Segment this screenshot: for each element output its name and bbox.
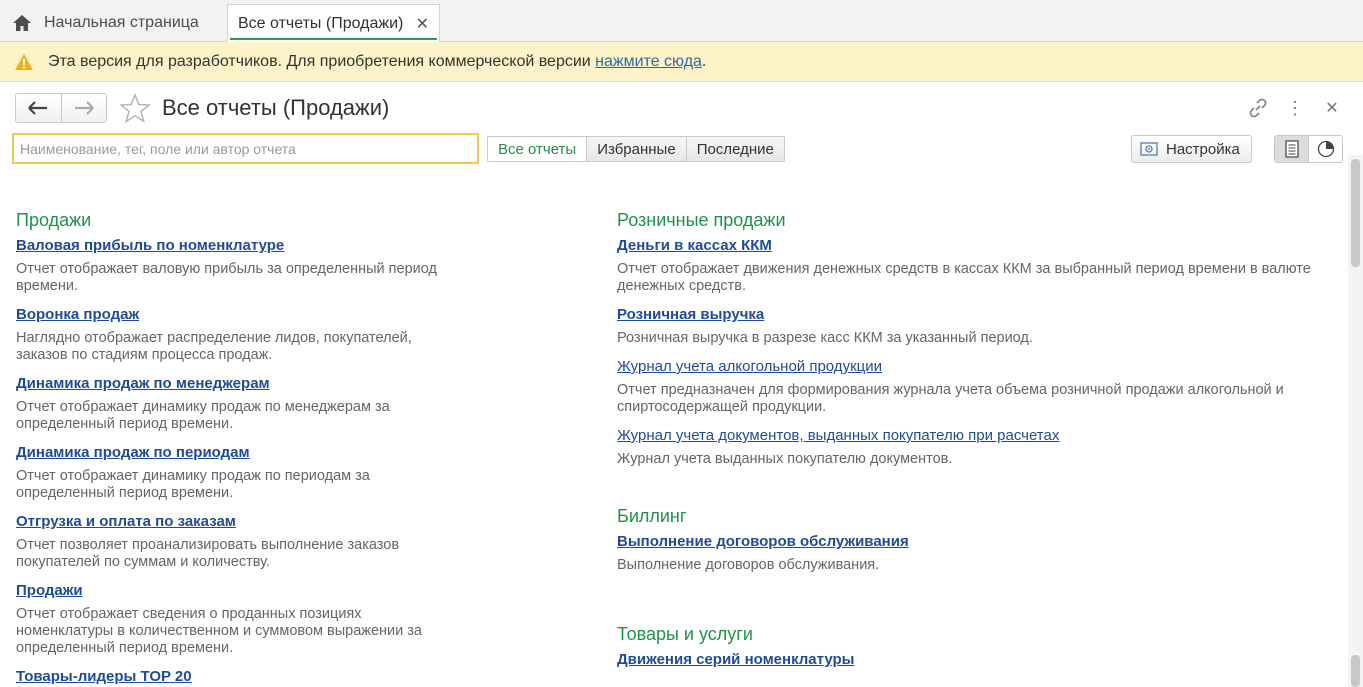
report-description: Розничная выручка в разрезе касс ККМ за …: [617, 330, 1033, 346]
warning-icon: [15, 53, 33, 70]
banner-text: Эта версия для разработчиков. Для приобр…: [48, 52, 591, 70]
favorite-star-icon[interactable]: [119, 93, 151, 123]
scrollbar-thumb-lower[interactable]: [1351, 655, 1360, 687]
tab-home-label: Начальная страница: [44, 14, 199, 31]
chart-view-button[interactable]: [1309, 136, 1342, 162]
section-title: Продажи: [16, 210, 92, 230]
report-link[interactable]: Воронка продаж: [16, 306, 456, 323]
report-description: Выполнение договоров обслуживания.: [617, 557, 880, 573]
reports-panel: Продажи Валовая прибыль по номенклатуре От…: [0, 170, 1348, 687]
report-description: Журнал учета выданных покупателю докумен…: [617, 451, 953, 467]
report-section: Продажи Валовая прибыль по номенклатуре От…: [16, 210, 456, 685]
section-title: Розничные продажи: [617, 210, 786, 230]
vertical-scrollbar[interactable]: [1348, 155, 1363, 687]
report-description: Отчет отображает динамику продаж по пери…: [16, 468, 370, 501]
report-link[interactable]: Журнал учета алкогольной продукции: [617, 358, 1317, 375]
navigation-buttons: [15, 93, 107, 123]
report-section: Биллинг Выполнение договоров обслуживания…: [617, 506, 1317, 574]
settings-button[interactable]: Настройка: [1131, 135, 1252, 163]
arrow-left-icon: [28, 101, 48, 115]
close-form-icon[interactable]: ✕: [1320, 96, 1344, 120]
report-description: Отчет отображает динамику продаж по мене…: [16, 399, 390, 432]
report-search-input[interactable]: [12, 133, 479, 164]
report-description: Отчет предназначен для формирования журн…: [617, 382, 1284, 415]
report-description: Отчет отображает движения денежных средс…: [617, 261, 1311, 294]
report-link[interactable]: Отгрузка и оплата по заказам: [16, 513, 456, 530]
report-section: Розничные продажи Деньги в кассах ККМ Отче…: [617, 210, 1317, 468]
forward-button[interactable]: [60, 94, 107, 122]
page-title: Все отчеты (Продажи): [162, 95, 390, 120]
back-button[interactable]: [16, 94, 61, 122]
report-section: Товары и услуги Движения серий номенклату…: [617, 624, 1317, 668]
tab-active-label: Все отчеты (Продажи): [238, 14, 404, 32]
banner-purchase-link[interactable]: нажмите сюда: [595, 53, 702, 71]
report-link[interactable]: Деньги в кассах ККМ: [617, 237, 1317, 254]
tab-active-indicator: [230, 38, 437, 40]
report-link[interactable]: Динамика продаж по менеджерам: [16, 375, 456, 392]
more-menu-icon[interactable]: ⋮: [1283, 96, 1307, 120]
report-link[interactable]: Розничная выручка: [617, 306, 1317, 323]
developer-version-banner: Эта версия для разработчиков. Для приобр…: [0, 42, 1363, 82]
tab-strip: Начальная страница Все отчеты (Продажи) …: [0, 0, 1363, 42]
pie-chart-icon: [1317, 140, 1334, 158]
reports-column-left: Продажи Валовая прибыль по номенклатуре От…: [16, 170, 456, 687]
report-link[interactable]: Товары-лидеры TOP 20: [16, 668, 456, 685]
report-link[interactable]: Журнал учета документов, выданных покупа…: [617, 427, 1317, 444]
report-link[interactable]: Выполнение договоров обслуживания: [617, 533, 1317, 550]
report-description: Отчет отображает сведения о проданных по…: [16, 606, 422, 656]
report-link[interactable]: Движения серий номенклатуры: [617, 651, 1317, 668]
list-view-button[interactable]: [1275, 136, 1309, 162]
banner-suffix: .: [701, 52, 707, 70]
filter-all-reports[interactable]: Все отчеты: [488, 137, 587, 161]
report-description: Отчет позволяет проанализировать выполне…: [16, 537, 400, 570]
arrow-right-icon: [74, 101, 94, 115]
document-list-icon: [1284, 140, 1299, 158]
section-title: Товары и услуги: [617, 624, 753, 644]
link-icon: [1249, 98, 1267, 118]
view-mode-toggle: [1274, 135, 1343, 163]
tab-home[interactable]: Начальная страница: [0, 4, 222, 42]
filter-favorites[interactable]: Избранные: [586, 137, 686, 161]
link-button[interactable]: [1246, 96, 1270, 120]
report-filter-tabs: Все отчеты Избранные Последние: [487, 136, 785, 162]
report-description: Наглядно отображает распределение лидов,…: [16, 330, 412, 363]
filter-recent[interactable]: Последние: [685, 137, 784, 161]
report-description: Отчет отображает валовую прибыль за опре…: [16, 261, 437, 294]
tab-close-icon[interactable]: ✕: [416, 14, 429, 34]
tab-all-reports[interactable]: Все отчеты (Продажи) ✕: [227, 4, 440, 42]
settings-label: Настройка: [1166, 140, 1240, 158]
report-link[interactable]: Динамика продаж по периодам: [16, 444, 456, 461]
report-link[interactable]: Продажи: [16, 582, 456, 599]
reports-column-right: Розничные продажи Деньги в кассах ККМ Отче…: [617, 170, 1317, 675]
home-icon: [13, 15, 31, 31]
section-title: Биллинг: [617, 506, 687, 526]
report-link[interactable]: Валовая прибыль по номенклатуре: [16, 237, 456, 254]
settings-icon: [1140, 142, 1158, 156]
scrollbar-thumb[interactable]: [1351, 159, 1360, 267]
